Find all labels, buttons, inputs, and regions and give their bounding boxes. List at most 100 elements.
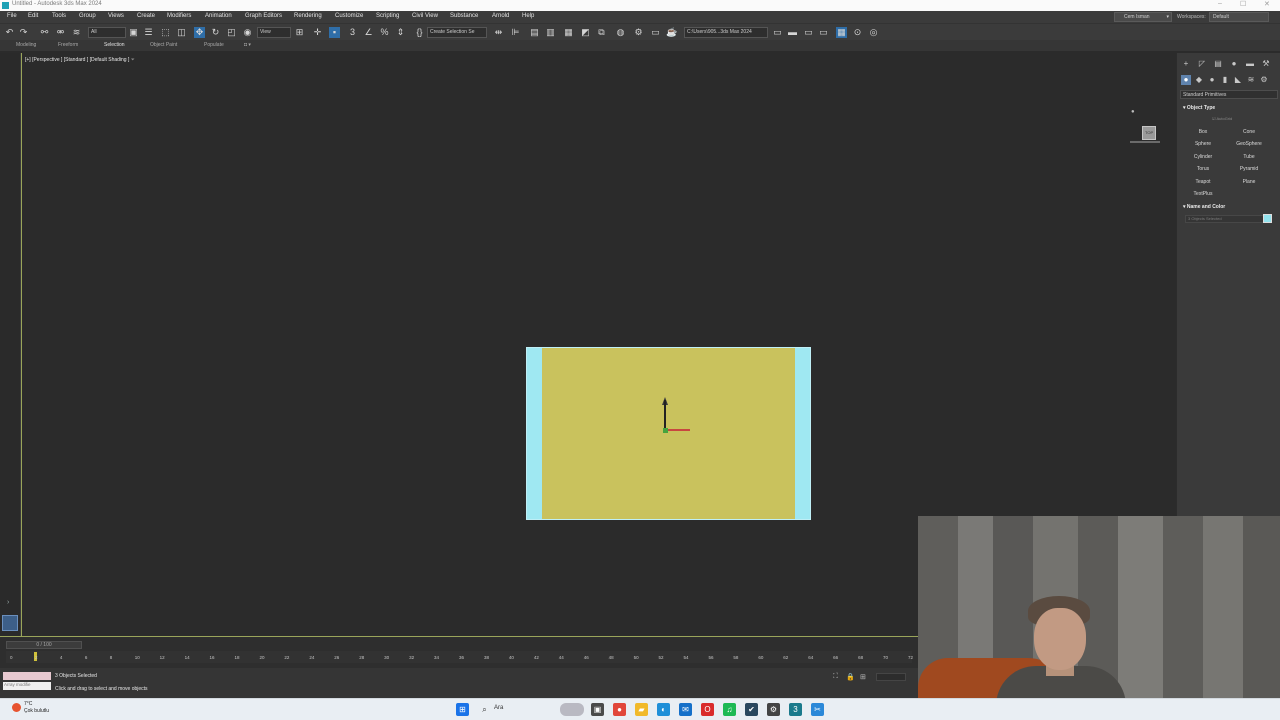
- reference-coordinate-dropdown[interactable]: View: [257, 27, 291, 38]
- place-icon[interactable]: ◉: [242, 27, 253, 38]
- menu-modifiers[interactable]: Modifiers: [167, 13, 191, 19]
- search-icon[interactable]: ⌕: [478, 703, 491, 716]
- menu-group[interactable]: Group: [79, 13, 96, 19]
- utilities-panel-icon[interactable]: ⚒: [1261, 59, 1271, 69]
- chrome-icon[interactable]: ●: [613, 703, 626, 716]
- systems-icon[interactable]: ⚙: [1259, 75, 1269, 85]
- global-search-icon[interactable]: ◎: [868, 27, 879, 38]
- selected-object-left[interactable]: [527, 348, 542, 519]
- teapot-button[interactable]: Teapot: [1181, 177, 1225, 187]
- named-selection-sets-icon[interactable]: {}: [414, 27, 425, 38]
- 3dsmax-taskbar-icon[interactable]: 3: [789, 703, 802, 716]
- windows-start-icon[interactable]: ⊞: [456, 703, 469, 716]
- object-color-swatch[interactable]: [1263, 214, 1272, 223]
- menu-file[interactable]: File: [7, 13, 17, 19]
- selection-set-dropdown[interactable]: Create Selection Se: [427, 27, 487, 38]
- autogrid-checkbox[interactable]: ☑ AutoGrid: [1212, 116, 1232, 121]
- select-object-icon[interactable]: ▣: [128, 27, 139, 38]
- selected-plane-object[interactable]: [526, 347, 811, 520]
- select-and-rotate-icon[interactable]: ↻: [210, 27, 221, 38]
- menu-create[interactable]: Create: [137, 13, 155, 19]
- menu-help[interactable]: Help: [522, 13, 534, 19]
- select-and-move-icon[interactable]: ✥: [194, 27, 205, 38]
- menu-customize[interactable]: Customize: [335, 13, 363, 19]
- box-button[interactable]: Box: [1181, 127, 1225, 137]
- tab-freeform[interactable]: Freeform: [58, 42, 78, 48]
- tab-selection[interactable]: Selection: [104, 42, 125, 48]
- maxscript-listener-output[interactable]: [3, 672, 51, 680]
- time-slider[interactable]: 0 / 100: [6, 641, 82, 649]
- space-warps-icon[interactable]: ≋: [1246, 75, 1256, 85]
- select-and-scale-icon[interactable]: ◰: [226, 27, 237, 38]
- search-highlight-image[interactable]: [560, 703, 584, 716]
- move-gizmo-y-axis[interactable]: [664, 400, 666, 430]
- weather-widget[interactable]: 7°C Çok bulutlu: [24, 701, 49, 715]
- schematic-view-icon[interactable]: ⧉: [596, 27, 607, 38]
- ribbon-options-icon[interactable]: ◘ ▾: [244, 42, 251, 48]
- pyramid-button[interactable]: Pyramid: [1227, 164, 1271, 174]
- plane-button[interactable]: Plane: [1227, 177, 1271, 187]
- open-explorer-icon[interactable]: ▭: [772, 27, 783, 38]
- file-explorer-icon[interactable]: ▰: [635, 703, 648, 716]
- helpers-icon[interactable]: ◣: [1233, 75, 1243, 85]
- toggle-ribbon-icon[interactable]: ▦: [563, 27, 574, 38]
- bind-space-warp-icon[interactable]: ≋: [71, 27, 82, 38]
- modify-panel-icon[interactable]: ◸: [1197, 59, 1207, 69]
- selection-filter-dropdown[interactable]: All: [88, 27, 126, 38]
- menu-civil-view[interactable]: Civil View: [412, 13, 438, 19]
- workspace-dropdown[interactable]: Default: [1209, 12, 1269, 22]
- absolute-mode-icon[interactable]: ⊞: [860, 673, 866, 681]
- cylinder-button[interactable]: Cylinder: [1181, 152, 1225, 162]
- keyboard-shortcut-override-icon[interactable]: ▪: [329, 27, 340, 38]
- link-icon[interactable]: ⚯: [39, 27, 50, 38]
- geosphere-button[interactable]: GeoSphere: [1227, 139, 1271, 149]
- snap-to-grid-icon[interactable]: ▦: [836, 27, 847, 38]
- geometry-icon[interactable]: ●: [1181, 75, 1191, 85]
- tab-modeling[interactable]: Modeling: [16, 42, 36, 48]
- name-and-color-rollout-title[interactable]: ▾ Name and Color: [1183, 204, 1225, 210]
- minimize-button[interactable]: –: [1218, 0, 1222, 7]
- viewcube-ring[interactable]: [1130, 141, 1160, 143]
- save-as-icon[interactable]: ▭: [803, 27, 814, 38]
- redo-icon[interactable]: ↷: [18, 27, 29, 38]
- align-icon[interactable]: ⊫: [510, 27, 521, 38]
- selected-object-right[interactable]: [795, 348, 810, 519]
- project-path-dropdown[interactable]: C:\Users\905...3ds Max 2024: [684, 27, 768, 38]
- toggle-layer-explorer-icon[interactable]: ▥: [545, 27, 556, 38]
- rectangular-selection-icon[interactable]: ⬚: [160, 27, 171, 38]
- object-type-rollout-title[interactable]: ▾ Object Type: [1183, 105, 1215, 111]
- viewcube[interactable]: TOP: [1142, 126, 1156, 140]
- move-gizmo-center[interactable]: [663, 428, 668, 433]
- funnel-icon[interactable]: ⏷: [131, 57, 135, 63]
- lights-icon[interactable]: ●: [1207, 75, 1217, 85]
- undo-icon[interactable]: ↶: [4, 27, 15, 38]
- viewport-layout-button[interactable]: [2, 615, 18, 631]
- sphere-button[interactable]: Sphere: [1181, 139, 1225, 149]
- settings-icon[interactable]: ⚙: [767, 703, 780, 716]
- snaps-toggle-icon[interactable]: 3: [347, 27, 358, 38]
- spinner-snap-icon[interactable]: ⇕: [395, 27, 406, 38]
- angle-snap-icon[interactable]: ∠: [363, 27, 374, 38]
- tab-object-paint[interactable]: Object Paint: [150, 42, 177, 48]
- pivot-center-icon[interactable]: ⊞: [294, 27, 305, 38]
- motion-panel-icon[interactable]: ●: [1229, 59, 1239, 69]
- cameras-icon[interactable]: ▮: [1220, 75, 1230, 85]
- percent-snap-icon[interactable]: %: [379, 27, 390, 38]
- x-coordinate-field[interactable]: [876, 673, 906, 681]
- toggle-scene-explorer-icon[interactable]: ▤: [529, 27, 540, 38]
- window-crossing-icon[interactable]: ◫: [176, 27, 187, 38]
- select-by-name-icon[interactable]: ☰: [143, 27, 154, 38]
- shapes-icon[interactable]: ◆: [1194, 75, 1204, 85]
- viewport-label[interactable]: [+] [Perspective ] [Standard ] [Default …: [25, 57, 135, 63]
- primitive-category-dropdown[interactable]: Standard Primitives: [1180, 90, 1278, 99]
- menu-scripting[interactable]: Scripting: [376, 13, 399, 19]
- mail-icon[interactable]: ✉: [679, 703, 692, 716]
- spotify-icon[interactable]: ♫: [723, 703, 736, 716]
- render-production-icon[interactable]: ☕: [666, 27, 677, 38]
- task-view-icon[interactable]: ▣: [591, 703, 604, 716]
- move-gizmo-x-axis[interactable]: [666, 429, 690, 431]
- material-editor-icon[interactable]: ◍: [615, 27, 626, 38]
- taskbar-search-label[interactable]: Ara: [494, 705, 503, 711]
- mirror-icon[interactable]: ⇹: [493, 27, 504, 38]
- display-panel-icon[interactable]: ▬: [1245, 59, 1255, 69]
